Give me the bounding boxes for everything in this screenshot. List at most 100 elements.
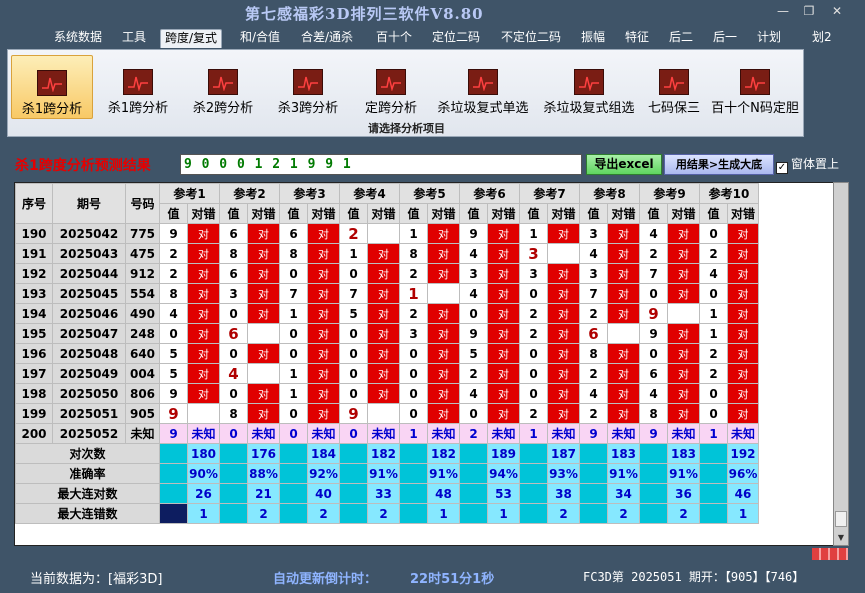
menu-amplitude[interactable]: 振幅 — [577, 29, 609, 48]
stats-blank — [459, 443, 488, 464]
restore-button[interactable]: ❐ — [796, 4, 822, 18]
ribbon-btn-kill2-span[interactable]: 杀2跨分析 — [183, 55, 263, 119]
subheader-value[interactable]: 值 — [219, 203, 248, 224]
menu-positional-two[interactable]: 定位二码 — [428, 29, 484, 48]
ref-result-cell: 对 — [187, 323, 220, 344]
menu-diff-kill[interactable]: 合差/通杀 — [297, 29, 357, 48]
column-header-ref[interactable]: 参考9 — [639, 183, 700, 204]
subheader-result[interactable]: 对错 — [427, 203, 460, 224]
stats-blank — [339, 503, 368, 524]
menu-sum[interactable]: 和/合值 — [236, 29, 284, 48]
export-excel-button[interactable]: 导出excel — [586, 154, 662, 175]
subheader-value[interactable]: 值 — [459, 203, 488, 224]
scrollbar-thumb[interactable] — [835, 511, 847, 527]
chart-icon — [468, 69, 498, 95]
menu-tools[interactable]: 工具 — [118, 29, 150, 48]
column-header-ref[interactable]: 参考6 — [459, 183, 520, 204]
menu-hundreds-tens-units[interactable]: 百十个 — [372, 29, 416, 48]
column-header-ref[interactable]: 参考10 — [699, 183, 759, 204]
menu-plan[interactable]: 计划 — [753, 29, 785, 48]
subheader-result[interactable]: 对错 — [367, 203, 400, 224]
vertical-scrollbar[interactable]: ▼ — [833, 182, 849, 546]
column-header[interactable]: 期号 — [52, 183, 126, 224]
analysis-grid[interactable]: 序号 期号 号码 参考1 参考2 参考3 参考4 参考5 参考6 参考7 参考8 参考9 参考10 值对错… — [14, 182, 848, 546]
stats-blank — [399, 503, 428, 524]
subheader-result[interactable]: 对错 — [307, 203, 340, 224]
subheader-value[interactable]: 值 — [579, 203, 608, 224]
menu-features[interactable]: 特征 — [621, 29, 653, 48]
ribbon-btn-kill-junk-single[interactable]: 杀垃圾复式单选 — [431, 55, 535, 119]
table-row[interactable]: 192 2025044 912 2 对 6 对 0 对 0 对 2 对 3 对 3 对 3 对 7 对 4 对 — [15, 263, 759, 284]
ref-result-cell: 对 — [607, 303, 640, 324]
column-header-ref[interactable]: 参考4 — [339, 183, 400, 204]
window-ontop-checkbox[interactable]: ✓ 窗体置上 — [776, 155, 839, 174]
ribbon-btn-kill1-span-b[interactable]: 杀1跨分析 — [98, 55, 178, 119]
stats-value: 40 — [307, 483, 340, 504]
subheader-value[interactable]: 值 — [339, 203, 368, 224]
ribbon-btn-seven-keep-three[interactable]: 七码保三 — [642, 55, 706, 119]
ref-result-cell: 对 — [607, 243, 640, 264]
ribbon-btn-label: 七码保三 — [647, 101, 700, 116]
prediction-result-field[interactable]: 9 0 0 0 1 2 1 9 9 1 — [180, 154, 582, 175]
menu-span-combo[interactable]: 跨度/复式 — [160, 29, 223, 48]
subheader-result[interactable]: 对错 — [727, 203, 759, 224]
ribbon-btn-kill-junk-group[interactable]: 杀垃圾复式组选 — [537, 55, 641, 119]
subheader-value[interactable]: 值 — [639, 203, 668, 224]
table-row[interactable]: 199 2025051 905 9 8 对 0 对 9 0 对 0 对 2 对 2 对 8 对 0 对 — [15, 403, 759, 424]
column-header-ref[interactable]: 参考5 — [399, 183, 460, 204]
column-header-ref[interactable]: 参考8 — [579, 183, 640, 204]
subheader-result[interactable]: 对错 — [607, 203, 640, 224]
generate-base-button[interactable]: 用结果>生成大底 — [664, 154, 774, 175]
title-bar: 第七感福彩3D排列三软件V8.80 — ❐ ✕ — [0, 0, 865, 27]
scroll-down-arrow-icon[interactable]: ▼ — [834, 531, 848, 545]
subheader-result[interactable]: 对错 — [667, 203, 700, 224]
minimize-button[interactable]: — — [770, 4, 796, 18]
ribbon-btn-kill1-span-a[interactable]: 杀1跨分析 — [11, 55, 93, 119]
checkbox-check-icon: ✓ — [776, 162, 788, 174]
table-row[interactable]: 190 2025042 775 9 对 6 对 6 对 2 1 对 9 对 1 对 3 对 4 对 0 对 — [15, 223, 759, 244]
ref-result-cell: 对 — [487, 263, 520, 284]
column-header[interactable]: 序号 — [15, 183, 53, 224]
ribbon-btn-kill3-span[interactable]: 杀3跨分析 — [268, 55, 348, 119]
table-row[interactable]: 194 2025046 490 4 对 0 对 1 对 5 对 2 对 0 对 2 对 2 对 9 1 对 — [15, 303, 759, 324]
subheader-value[interactable]: 值 — [279, 203, 308, 224]
stats-value: 96% — [727, 463, 759, 484]
column-header[interactable]: 号码 — [125, 183, 160, 224]
subheader-value[interactable]: 值 — [699, 203, 728, 224]
subheader-value[interactable]: 值 — [399, 203, 428, 224]
stats-value: 176 — [247, 443, 280, 464]
menu-nonpositional-two[interactable]: 不定位二码 — [497, 29, 565, 48]
close-button[interactable]: ✕ — [824, 4, 850, 18]
ribbon-btn-fixed-span[interactable]: 定跨分析 — [352, 55, 430, 119]
table-row[interactable]: 195 2025047 248 0 对 6 0 对 0 对 3 对 9 对 2 对 6 9 对 1 对 — [15, 323, 759, 344]
table-row[interactable]: 196 2025048 640 5 对 0 对 0 对 0 对 0 对 5 对 0 对 8 对 0 对 2 对 — [15, 343, 759, 364]
table-row[interactable]: 200 2025052 未知 9 未知 0 未知 0 未知 0 未知 1 未知 2 未知 1 未知 9 未知 9 未知 1… — [15, 423, 759, 444]
table-row[interactable]: 198 2025050 806 9 对 0 对 1 对 0 对 0 对 4 对 0 对 4 对 4 对 0 对 — [15, 383, 759, 404]
menu-last-two[interactable]: 后二 — [665, 29, 697, 48]
stats-value: 1 — [427, 503, 460, 524]
subheader-result[interactable]: 对错 — [247, 203, 280, 224]
current-data-label: 当前数据为：[福彩3D] — [30, 572, 163, 587]
subheader-value[interactable]: 值 — [159, 203, 188, 224]
column-header-ref[interactable]: 参考1 — [159, 183, 220, 204]
table-row[interactable]: 191 2025043 475 2 对 8 对 8 对 1 对 8 对 4 对 3 4 对 2 对 2 对 — [15, 243, 759, 264]
menu-last-one[interactable]: 后一 — [709, 29, 741, 48]
column-header-ref[interactable]: 参考2 — [219, 183, 280, 204]
chart-icon — [574, 69, 604, 95]
subheader-result[interactable]: 对错 — [187, 203, 220, 224]
subheader-result[interactable]: 对错 — [487, 203, 520, 224]
column-header-ref[interactable]: 参考7 — [519, 183, 580, 204]
issue-cell: 2025049 — [52, 363, 126, 384]
menu-plan2[interactable]: 划2 — [808, 29, 836, 48]
issue-cell: 2025046 — [52, 303, 126, 324]
subheader-result[interactable]: 对错 — [547, 203, 580, 224]
number-cell: 475 — [125, 243, 160, 264]
menu-system-data[interactable]: 系统数据 — [50, 29, 106, 48]
column-header-ref[interactable]: 参考3 — [279, 183, 340, 204]
subheader-value[interactable]: 值 — [519, 203, 548, 224]
ontop-label: 窗体置上 — [791, 157, 840, 171]
table-row[interactable]: 193 2025045 554 8 对 3 对 7 对 7 对 1 4 对 0 对 7 对 0 对 0 对 — [15, 283, 759, 304]
table-row[interactable]: 197 2025049 004 5 对 4 1 对 0 对 0 对 2 对 0 对 2 对 6 对 2 对 — [15, 363, 759, 384]
ribbon-btn-n-code-anchor[interactable]: 百十个N码定胆 — [708, 55, 802, 119]
ref-result-cell: 对 — [307, 383, 340, 404]
